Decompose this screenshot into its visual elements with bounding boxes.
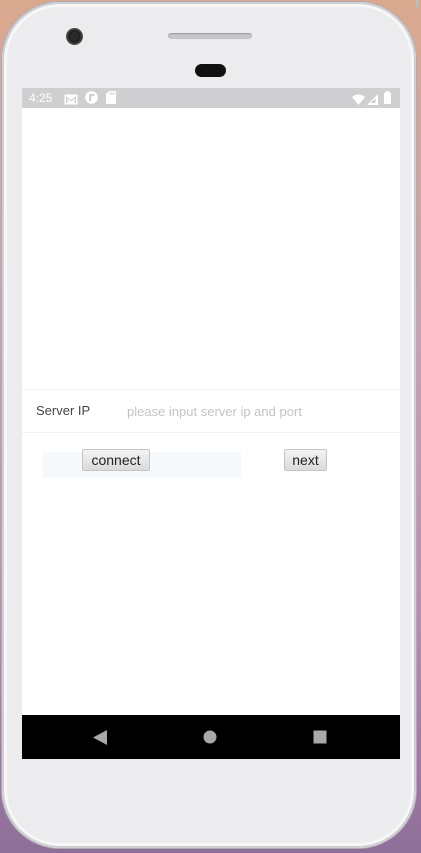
server-ip-label: Server IP: [36, 403, 91, 418]
status-bar: 4:25: [22, 88, 400, 108]
status-time: 4:25: [29, 91, 53, 105]
phone-frame: 4:25 Server IP connec: [2, 2, 416, 848]
device-screen: 4:25 Server IP connec: [22, 88, 400, 759]
power-button: [416, 0, 419, 7]
sd-card-icon: [106, 91, 116, 109]
navigation-bar: [22, 715, 400, 759]
server-ip-row: Server IP: [22, 389, 400, 433]
earpiece-speaker: [168, 33, 252, 39]
back-icon[interactable]: [89, 726, 111, 748]
server-ip-input[interactable]: [120, 399, 387, 423]
connect-button[interactable]: connect: [82, 449, 150, 471]
battery-icon: [384, 91, 391, 109]
wifi-icon: [352, 92, 365, 110]
recents-icon[interactable]: [309, 726, 331, 748]
home-icon[interactable]: [199, 726, 221, 748]
proximity-sensor: [195, 64, 226, 77]
gmail-icon: [64, 92, 78, 110]
signal-icon: [367, 92, 378, 110]
front-camera: [66, 28, 83, 45]
notification-app-icon: [85, 91, 98, 109]
next-button[interactable]: next: [284, 449, 327, 471]
